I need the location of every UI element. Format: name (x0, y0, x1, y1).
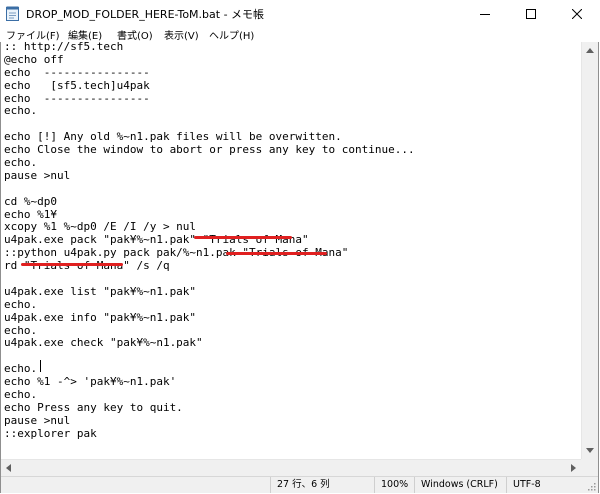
notepad-icon (6, 6, 19, 21)
vertical-scrollbar[interactable] (581, 42, 598, 459)
minimize-button[interactable] (462, 0, 508, 26)
maximize-button[interactable] (508, 0, 554, 26)
menu-help[interactable]: ヘルプ(H) (209, 27, 254, 42)
code-line: @echo off (4, 52, 64, 66)
status-bar: 27 行、6 列 100% Windows (CRLF) UTF-8 (1, 476, 598, 493)
title-bar[interactable]: DROP_MOD_FOLDER_HERE-ToM.bat - メモ帳 (0, 0, 600, 26)
editor-content[interactable]: :: http://sf5.tech @echo off echo --------… (4, 42, 415, 441)
scrollbar-corner (581, 459, 598, 476)
code-line: pause >nul (4, 413, 71, 427)
scroll-right-arrow-icon[interactable] (571, 464, 576, 472)
menu-edit[interactable]: 編集(E) (68, 27, 102, 42)
code-line: echo ---------------- (4, 65, 150, 79)
code-line: u4pak.exe info "pak¥%~n1.pak" (4, 310, 197, 324)
menu-format[interactable]: 書式(O) (117, 27, 153, 42)
menu-view[interactable]: 表示(V) (164, 27, 199, 42)
resize-grip-icon[interactable] (587, 482, 596, 491)
cursor-position: 27 行、6 列 (270, 477, 374, 493)
code-line: ::explorer pak (4, 426, 97, 440)
zoom-level: 100% (374, 477, 414, 493)
scroll-left-arrow-icon[interactable] (6, 464, 11, 472)
close-button[interactable] (554, 0, 600, 26)
code-line: echo %1 -^> 'pak¥%~n1.pak' (4, 375, 177, 389)
code-line: cd %~dp0 (4, 194, 57, 208)
code-line: echo Press any key to quit. (4, 400, 183, 414)
code-line: echo. (4, 104, 38, 118)
horizontal-scrollbar[interactable] (1, 459, 581, 476)
scroll-up-arrow-icon[interactable] (586, 48, 594, 53)
menu-bar: ファイル(F) 編集(E) 書式(O) 表示(V) ヘルプ(H) (0, 26, 600, 42)
annotation-underline (226, 252, 327, 255)
code-line: echo. (4, 156, 38, 170)
code-line: echo [sf5.tech]u4pak (4, 78, 150, 92)
window-title: DROP_MOD_FOLDER_HERE-ToM.bat - メモ帳 (26, 8, 265, 21)
annotation-underline (194, 236, 292, 239)
maximize-icon (526, 4, 536, 23)
code-line: u4pak.exe list "pak¥%~n1.pak" (4, 284, 197, 298)
text-caret (40, 360, 41, 372)
menu-file[interactable]: ファイル(F) (6, 27, 60, 42)
code-line: echo. (4, 297, 38, 311)
code-line: :: http://sf5.tech (4, 42, 124, 53)
code-line: u4pak.exe check "pak¥%~n1.pak" (4, 336, 203, 350)
text-editor[interactable]: :: http://sf5.tech @echo off echo --------… (1, 42, 581, 459)
close-icon (571, 4, 583, 23)
annotation-underline (21, 263, 123, 266)
code-line: echo ---------------- (4, 91, 150, 105)
encoding: UTF-8 (506, 477, 598, 493)
minimize-icon (480, 4, 490, 23)
code-line: pause >nul (4, 168, 71, 182)
code-line: echo Close the window to abort or press … (4, 143, 415, 157)
line-ending: Windows (CRLF) (414, 477, 506, 493)
code-line: echo. (4, 388, 38, 402)
scroll-down-arrow-icon[interactable] (586, 448, 594, 453)
